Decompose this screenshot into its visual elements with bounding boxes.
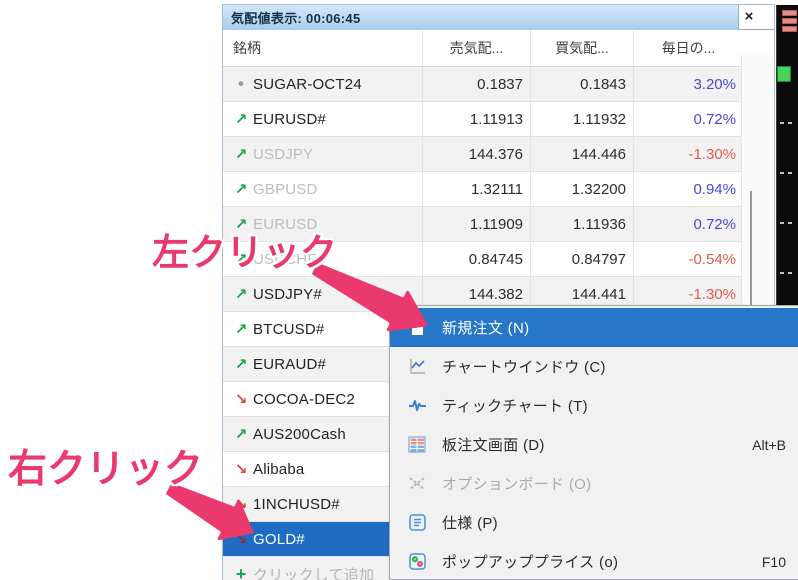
symbol-label: COCOA-DEC2	[253, 390, 356, 408]
symbol-label: AUS200Cash	[253, 425, 346, 443]
dom-icon	[404, 436, 430, 453]
option-board-icon	[404, 475, 430, 492]
trend-dot-icon	[229, 74, 253, 94]
trend-up-icon	[229, 355, 253, 373]
trend-down-icon	[229, 495, 253, 513]
symbol-label: Alibaba	[253, 460, 305, 478]
ask-value: 1.11936	[531, 207, 634, 241]
plus-icon	[229, 564, 253, 580]
menu-item-label: ティックチャート (T)	[442, 398, 588, 415]
daily-change-value: 0.72%	[693, 110, 736, 128]
trend-up-icon	[229, 180, 253, 198]
daily-change-value: 3.20%	[693, 75, 736, 93]
menu-item-tick-chart[interactable]: ティックチャート (T)	[390, 386, 798, 425]
new-order-icon	[404, 319, 430, 336]
menu-item-dom[interactable]: 板注文画面 (D) Alt+B	[390, 425, 798, 464]
table-row[interactable]: SUGAR-OCT24 0.1837 0.1843 3.20%	[223, 67, 743, 102]
trend-down-icon	[229, 460, 253, 478]
left-click-annotation: 左クリック	[152, 232, 337, 273]
close-icon[interactable]: ×	[740, 8, 758, 26]
trend-up-icon	[229, 425, 253, 443]
table-row[interactable]: USDJPY 144.376 144.446 -1.30%	[223, 137, 743, 172]
menu-item-option-board[interactable]: オプションボード (O)	[390, 464, 798, 503]
scrollbar-thumb[interactable]	[750, 191, 752, 318]
daily-change-value: -0.54%	[688, 250, 736, 268]
symbol-label: BTCUSD#	[253, 320, 325, 338]
menu-item-label: ポップアッププライス (o)	[442, 554, 619, 571]
daily-change-value: 0.94%	[693, 180, 736, 198]
window-title: 気配値表示: 00:06:45	[231, 10, 361, 26]
menu-item-specification[interactable]: 仕様 (P)	[390, 503, 798, 542]
menu-item-chart-window[interactable]: チャートウインドウ (C)	[390, 347, 798, 386]
symbol-label: 1INCHUSD#	[253, 495, 340, 513]
ask-value: 1.32200	[531, 172, 634, 206]
add-symbol-label: クリックして追加	[253, 566, 375, 580]
symbol-label: EURAUD#	[253, 355, 327, 373]
depth-of-market-icon	[782, 10, 798, 40]
table-header-row: 銘柄 売気配... 買気配... 毎日の...	[223, 30, 743, 67]
context-menu: 新規注文 (N) チャートウインドウ (C) ティックチャート (T) 板注文画…	[389, 305, 798, 580]
menu-shortcut: Alt+B	[752, 436, 786, 453]
symbol-label: EURUSD#	[253, 110, 327, 128]
bid-value: 0.84745	[423, 242, 531, 276]
symbol-label: SUGAR-OCT24	[253, 75, 362, 93]
column-header-ask[interactable]: 買気配...	[531, 30, 634, 66]
menu-item-label: 新規注文 (N)	[442, 320, 530, 337]
symbol-label: GOLD#	[253, 530, 305, 548]
symbol-label: USDJPY	[253, 145, 314, 163]
bid-value: 0.1837	[423, 67, 531, 101]
menu-item-label: 仕様 (P)	[442, 515, 498, 532]
bid-value: 1.11913	[423, 102, 531, 136]
column-header-symbol[interactable]: 銘柄	[223, 30, 423, 66]
chart-area-sliver	[776, 5, 798, 306]
right-click-annotation: 右クリック	[8, 448, 204, 491]
bid-value: 1.11909	[423, 207, 531, 241]
trend-up-icon	[229, 285, 253, 303]
table-row[interactable]: GBPUSD 1.32111 1.32200 0.94%	[223, 172, 743, 207]
market-watch-titlebar[interactable]: 気配値表示: 00:06:45 ×	[223, 5, 774, 30]
trend-up-icon	[229, 110, 253, 128]
menu-item-label: 板注文画面 (D)	[442, 437, 545, 454]
tick-chart-icon	[404, 397, 430, 414]
bid-value: 144.376	[423, 137, 531, 171]
menu-item-label: オプションボード (O)	[442, 476, 592, 493]
menu-item-label: チャートウインドウ (C)	[442, 359, 606, 376]
menu-item-new-order[interactable]: 新規注文 (N)	[390, 308, 798, 347]
daily-change-value: 0.72%	[693, 215, 736, 233]
popup-prices-icon	[404, 553, 430, 570]
daily-change-value: -1.30%	[688, 145, 736, 163]
column-header-bid[interactable]: 売気配...	[423, 30, 531, 66]
trend-down-icon	[229, 390, 253, 408]
ask-value: 144.446	[531, 137, 634, 171]
bid-value: 1.32111	[423, 172, 531, 206]
symbol-label: USDJPY#	[253, 285, 322, 303]
chart-window-icon	[404, 358, 430, 375]
table-row[interactable]: EURUSD# 1.11913 1.11932 0.72%	[223, 102, 743, 137]
menu-item-popup-prices[interactable]: ポップアッププライス (o) F10	[390, 542, 798, 580]
ask-value: 0.84797	[531, 242, 634, 276]
green-price-marker	[777, 66, 791, 82]
ask-value: 1.11932	[531, 102, 634, 136]
ask-value: 0.1843	[531, 67, 634, 101]
trend-down-icon	[229, 530, 253, 548]
screenshot-root: 気配値表示: 00:06:45 × 銘柄 売気配... 買気配... 毎日の..…	[0, 0, 798, 580]
specification-icon	[404, 514, 430, 531]
menu-shortcut: F10	[761, 553, 786, 570]
column-header-daily[interactable]: 毎日の...	[634, 30, 743, 66]
trend-up-icon	[229, 320, 253, 338]
trend-up-icon	[229, 145, 253, 163]
symbol-label: GBPUSD	[253, 180, 318, 198]
